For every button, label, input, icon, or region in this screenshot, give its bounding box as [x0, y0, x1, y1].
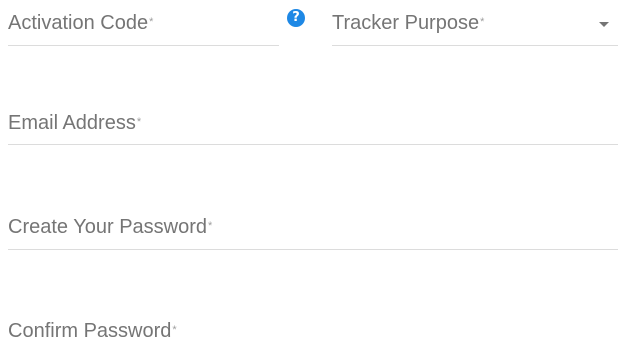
- required-mark: *: [149, 16, 154, 28]
- caret-down-icon[interactable]: [599, 22, 609, 27]
- email-underline: [8, 144, 618, 145]
- create-password-underline: [8, 249, 618, 250]
- required-mark: *: [172, 324, 177, 336]
- tracker-purpose-select[interactable]: Tracker Purpose*: [332, 0, 618, 48]
- required-mark: *: [480, 16, 485, 28]
- create-password-label: Create Your Password*: [8, 216, 213, 238]
- activation-code-field[interactable]: Activation Code*: [8, 0, 279, 48]
- create-password-field[interactable]: Create Your Password*: [8, 204, 618, 252]
- email-field[interactable]: Email Address*: [8, 100, 618, 148]
- tracker-purpose-label: Tracker Purpose*: [332, 12, 485, 34]
- confirm-password-field[interactable]: Confirm Password*: [8, 308, 618, 347]
- confirm-password-label: Confirm Password*: [8, 320, 177, 342]
- required-mark: *: [208, 220, 213, 232]
- help-icon[interactable]: ?: [287, 9, 305, 27]
- email-label: Email Address*: [8, 112, 142, 134]
- activation-code-underline: [8, 45, 279, 46]
- tracker-purpose-underline: [332, 45, 618, 46]
- activation-code-label: Activation Code*: [8, 12, 154, 34]
- required-mark: *: [136, 116, 142, 128]
